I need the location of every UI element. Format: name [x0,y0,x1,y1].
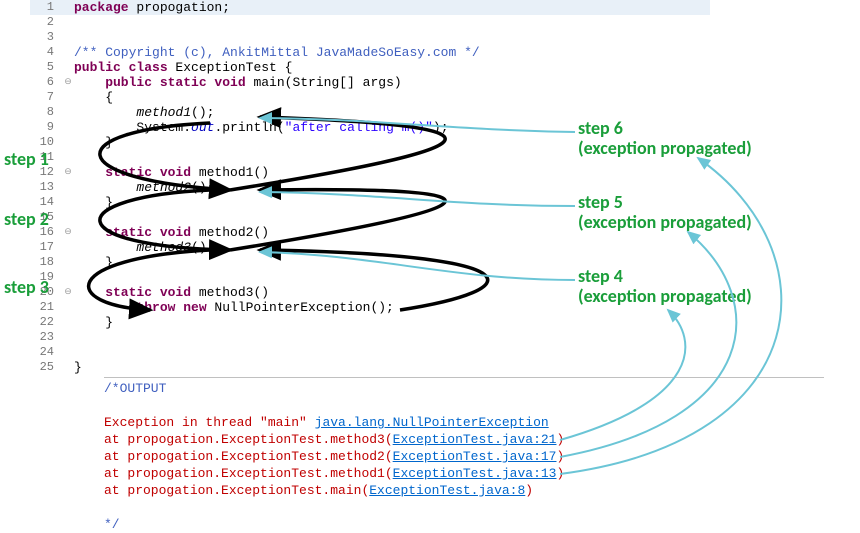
code-line-5: public class ExceptionTest { [74,60,710,75]
stacktrace-line-1: at propogation.ExceptionTest.method3(Exc… [104,431,710,448]
code-line-1: package propogation; [74,0,710,15]
exception-header: Exception in thread "main" java.lang.Nul… [104,414,710,431]
step3-label: step 3 [4,276,49,298]
step1-label: step 1 [4,148,49,170]
code-line-6: public static void main(String[] args) [74,75,710,90]
code-line-12: static void method1() [74,165,710,180]
code-line-4: /** Copyright (c), AnkitMittal JavaMadeS… [74,45,710,60]
step6-label: step 6(exception propagated) [578,118,752,158]
step2-label: step 2 [4,208,49,230]
step4-label: step 4(exception propagated) [578,266,752,306]
step5-label: step 5(exception propagated) [578,192,752,232]
stacktrace-line-2: at propogation.ExceptionTest.method2(Exc… [104,448,710,465]
code-line-17: method3(); [74,240,710,255]
output-block: /*OUTPUT Exception in thread "main" java… [104,380,710,533]
stacktrace-line-4: at propogation.ExceptionTest.main(Except… [104,482,710,499]
stacktrace-line-3: at propogation.ExceptionTest.method1(Exc… [104,465,710,482]
